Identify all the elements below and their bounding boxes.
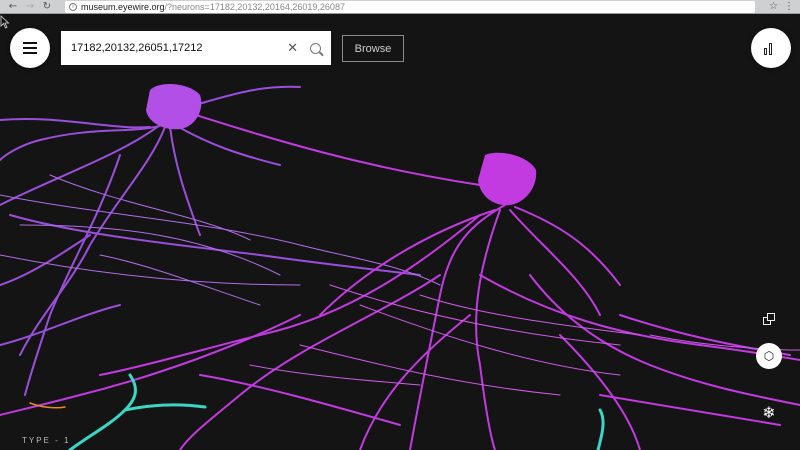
- reload-icon[interactable]: ↻: [40, 1, 54, 13]
- neuron-search-box: ✕: [61, 31, 331, 65]
- info-icon[interactable]: i: [69, 2, 77, 11]
- copy-view-button[interactable]: [759, 309, 779, 329]
- copy-icon: [763, 313, 775, 325]
- neuron-render: [0, 83, 800, 450]
- view-mode-button[interactable]: ⬡: [756, 343, 782, 369]
- browse-button[interactable]: Browse: [342, 35, 404, 62]
- menu-icon: [23, 42, 37, 54]
- browser-toolbar: ← → ↻ i museum.eyewire.org /?neurons=171…: [0, 0, 800, 14]
- bookmark-star-icon[interactable]: ☆: [769, 1, 778, 12]
- address-bar[interactable]: i museum.eyewire.org /?neurons=17182,201…: [65, 0, 755, 13]
- neuron-search-input[interactable]: [71, 42, 271, 54]
- cursor-icon: [0, 15, 10, 29]
- back-icon[interactable]: ←: [6, 1, 20, 13]
- bar-chart-icon: [764, 41, 778, 55]
- neuron-viewer-canvas[interactable]: ✕ Browse ⬡ ❄ TYPE - 1: [0, 15, 800, 450]
- stats-button[interactable]: [751, 28, 791, 68]
- clear-icon[interactable]: ✕: [287, 41, 298, 56]
- menu-button[interactable]: [10, 28, 50, 68]
- type-label: TYPE - 1: [22, 436, 71, 445]
- search-icon[interactable]: [310, 42, 321, 54]
- snowflake-button[interactable]: ❄: [758, 401, 780, 423]
- snowflake-icon: ❄: [762, 402, 776, 422]
- cube-icon: ⬡: [763, 349, 775, 363]
- url-path: /?neurons=17182,20132,20164,26019,26087: [164, 1, 345, 12]
- browser-menu-icon[interactable]: ⋮: [784, 1, 794, 12]
- forward-icon[interactable]: →: [23, 1, 37, 13]
- url-host: museum.eyewire.org: [81, 1, 165, 12]
